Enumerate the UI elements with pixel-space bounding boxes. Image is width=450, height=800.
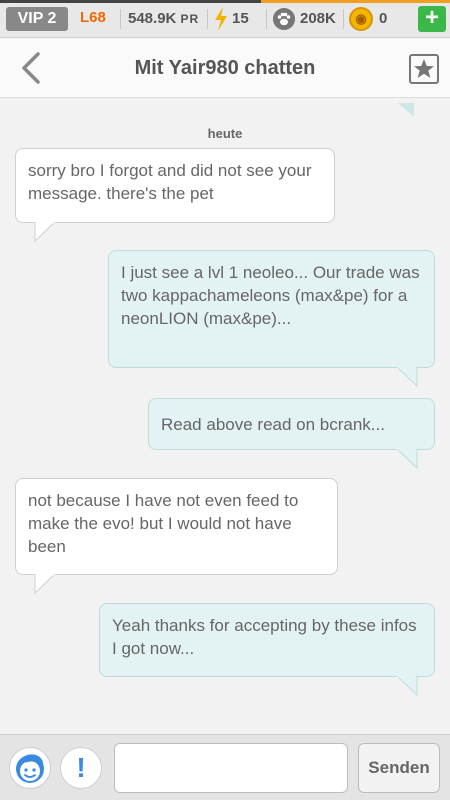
divider (343, 9, 344, 29)
message-text: Read above read on bcrank... (161, 415, 385, 434)
gold-coin-icon: ◉ (349, 7, 373, 31)
message-bubble-incoming[interactable]: sorry bro I forgot and did not see your … (15, 148, 335, 223)
food-counter: 208K (300, 10, 336, 27)
chevron-left-icon[interactable] (16, 48, 46, 88)
status-bar: VIP 2 L68 548.9K PR 15 208K ◉ 0 + (0, 0, 450, 38)
bubble-tail (396, 449, 418, 469)
bubble-tail (396, 367, 418, 387)
bubble-tail (396, 676, 418, 696)
page-title: Mit Yair980 chatten (134, 57, 316, 79)
message-text: I just see a lvl 1 neoleo... Our trade w… (121, 263, 420, 328)
message-text: not because I have not even feed to make… (28, 491, 299, 556)
energy-counter: 15 (232, 10, 249, 27)
pr-value: 548.9K (128, 10, 177, 27)
status-progress-stripe (0, 0, 450, 3)
divider (207, 9, 208, 29)
day-separator: heute (207, 126, 243, 141)
pr-counter: 548.9K PR (128, 10, 199, 27)
message-bubble-outgoing[interactable]: I just see a lvl 1 neoleo... Our trade w… (108, 250, 435, 368)
player-avatar-icon (16, 754, 44, 783)
chat-area[interactable]: heute sorry bro I forgot and did not see… (0, 98, 450, 734)
chat-header: Mit Yair980 chatten (0, 38, 450, 98)
message-input[interactable] (114, 743, 348, 793)
message-text: sorry bro I forgot and did not see your … (28, 161, 312, 203)
vip-badge[interactable]: VIP 2 (6, 7, 68, 31)
lightning-bolt-icon (215, 7, 227, 31)
message-text: Yeah thanks for accepting by these infos… (112, 616, 417, 658)
favorite-button[interactable] (409, 54, 439, 84)
divider (120, 9, 121, 29)
message-bubble-outgoing[interactable]: Yeah thanks for accepting by these infos… (99, 603, 435, 677)
divider (266, 9, 267, 29)
pr-unit: PR (180, 12, 200, 26)
message-composer: ! Senden (0, 734, 450, 800)
report-button[interactable]: ! (60, 747, 102, 789)
star-icon (414, 59, 434, 78)
message-bubble-outgoing[interactable]: Read above read on bcrank... (148, 398, 435, 450)
bubble-tail (398, 103, 414, 117)
level-label: L68 (80, 9, 106, 26)
paw-icon (273, 8, 295, 30)
send-button[interactable]: Senden (358, 743, 440, 793)
bubble-tail (34, 574, 56, 594)
bubble-tail (34, 222, 56, 242)
gold-counter: 0 (379, 10, 388, 27)
avatar-button[interactable] (9, 747, 51, 789)
message-bubble-incoming[interactable]: not because I have not even feed to make… (15, 478, 338, 575)
add-currency-button[interactable]: + (418, 6, 446, 32)
